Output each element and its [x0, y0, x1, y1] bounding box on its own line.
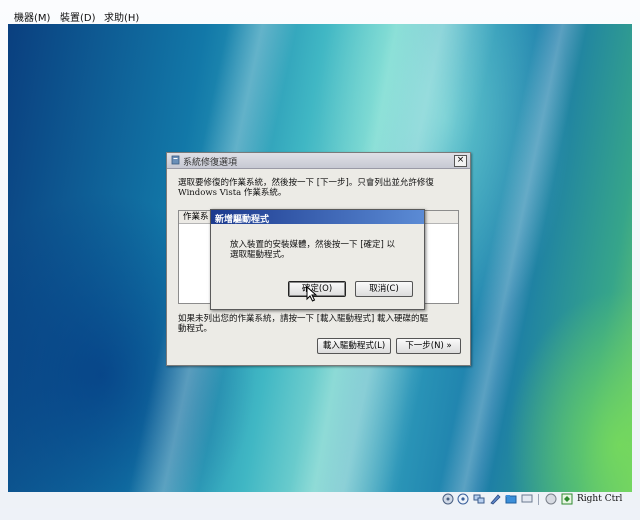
- menu-bar: 機器(M) 裝置(D) 求助(H): [0, 6, 640, 24]
- disk-icon[interactable]: [442, 493, 454, 505]
- menu-machine[interactable]: 機器(M): [14, 9, 50, 24]
- dialog-titlebar[interactable]: 系統修復選項 ×: [167, 153, 470, 169]
- add-driver-title: 新增驅動程式: [215, 215, 270, 225]
- next-button[interactable]: 下一步(N) »: [396, 338, 461, 354]
- cancel-button[interactable]: 取消(C): [355, 281, 413, 297]
- mouse-integration-icon[interactable]: [545, 493, 557, 505]
- menu-devices[interactable]: 裝置(D): [60, 9, 96, 24]
- network-icon[interactable]: [473, 493, 485, 505]
- instruction-line: Windows Vista 作業系統。: [178, 188, 287, 198]
- usb-icon[interactable]: [489, 493, 501, 505]
- message-line: 放入裝置的安裝媒體，然後按一下 [確定] 以: [230, 240, 396, 250]
- add-driver-titlebar[interactable]: 新增驅動程式: [211, 210, 424, 225]
- virtualbox-window: 機器(M) 裝置(D) 求助(H) 系統修復選項 × 選取要修復的作業系統，然後…: [0, 0, 640, 520]
- message-line: 選取驅動程式。: [230, 250, 290, 260]
- load-driver-button[interactable]: 載入驅動程式(L): [317, 338, 391, 354]
- menu-help[interactable]: 求助(H): [104, 9, 139, 24]
- add-driver-message: 放入裝置的安裝媒體，然後按一下 [確定] 以 選取驅動程式。: [230, 240, 415, 260]
- instruction-text: 選取要修復的作業系統，然後按一下 [下一步]。只會列出並允許修復 Windows…: [178, 178, 463, 198]
- cd-icon[interactable]: [457, 493, 469, 505]
- note-line: 如果未列出您的作業系統，請按一下 [載入驅動程式] 載入硬碟的驅: [178, 314, 429, 324]
- recovery-icon: [171, 155, 180, 165]
- display-icon[interactable]: [521, 493, 533, 505]
- instruction-line: 選取要修復的作業系統，然後按一下 [下一步]。只會列出並允許修復: [178, 178, 434, 188]
- vm-state-icon[interactable]: [561, 493, 573, 505]
- host-key-label: Right Ctrl: [577, 494, 623, 504]
- status-bar: [0, 492, 640, 508]
- os-column-header[interactable]: 作業系: [183, 211, 209, 223]
- mouse-pointer-icon: [306, 286, 318, 302]
- shared-folder-icon[interactable]: [505, 493, 517, 505]
- status-separator: [538, 494, 539, 505]
- note-line: 動程式。: [178, 324, 213, 334]
- note-text: 如果未列出您的作業系統，請按一下 [載入驅動程式] 載入硬碟的驅 動程式。: [178, 314, 463, 334]
- close-button[interactable]: ×: [454, 155, 467, 167]
- dialog-title: 系統修復選項: [183, 158, 238, 168]
